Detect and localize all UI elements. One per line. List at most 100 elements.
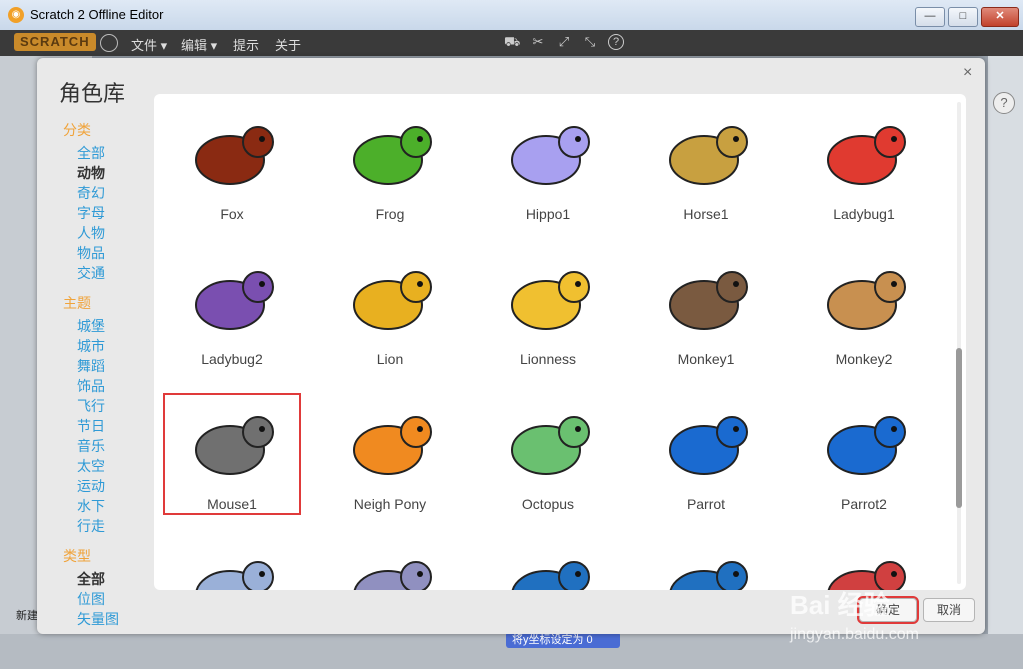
theme-item[interactable]: 城堡 [77,318,143,334]
grow-tool-icon[interactable]: ⤢ [556,34,572,50]
baidu-watermark-url: jingyan.baidu.com [790,626,919,643]
category-item[interactable]: 物品 [77,245,143,261]
sprite-name: Horse1 [683,206,729,222]
category-item[interactable]: 全部 [77,145,143,161]
scratch-cat-icon: ◉ [8,7,24,23]
type-item[interactable]: 全部 [77,571,143,587]
sprite-tile[interactable]: Ladybug2 [164,249,300,371]
sprite-thumbnail-icon [827,271,906,330]
sprite-tile[interactable]: Monkey1 [638,249,774,371]
sprite-tile[interactable]: Monkey2 [796,249,932,371]
sprite-tile[interactable]: Parrot [638,394,774,516]
sprite-tile[interactable]: Lionness [480,249,616,371]
shrink-tool-icon[interactable]: ⤡ [582,34,598,50]
set-y-block: 将y坐标设定为 0 [506,632,620,648]
scripts-area-background [988,56,1023,656]
grid-scrollbar[interactable] [954,102,964,584]
new-sprite-label: 新建 [16,610,38,622]
sprite-name: Ladybug1 [833,206,895,222]
sprite-thumbnail-icon [669,561,748,590]
dialog-title: 角色库 [59,81,126,106]
sprite-thumbnail-icon [511,126,590,185]
cancel-button[interactable]: 取消 [923,598,975,622]
sprite-name: Parrot [686,496,726,512]
theme-item[interactable]: 音乐 [77,438,143,454]
sprite-tile[interactable]: Frog [322,104,458,226]
sprite-tile[interactable]: Ladybug1 [796,104,932,226]
sprite-tile[interactable] [796,539,932,590]
theme-item[interactable]: 城市 [77,338,143,354]
menu-bar: SCRATCH 文件 ▾ 编辑 ▾ 提示 关于 ⛟ ✂ ⤢ ⤡ ? [0,30,1023,56]
sprite-tile[interactable]: Lion [322,249,458,371]
maximize-button[interactable]: □ [948,7,978,27]
category-item[interactable]: 动物 [77,165,143,181]
sprite-name: Lion [376,351,404,367]
sprite-name: Fox [220,206,244,222]
menu-tips[interactable]: 提示 [233,35,259,54]
menu-about[interactable]: 关于 [275,35,301,54]
dialog-close-icon[interactable]: × [963,64,972,82]
sprite-thumbnail-icon [511,561,590,590]
sprite-thumbnail-icon [827,126,906,185]
menu-edit[interactable]: 编辑 ▾ [181,35,217,54]
category-item[interactable]: 字母 [77,205,143,221]
sprite-tile[interactable]: Mouse1 [163,393,301,515]
sprite-name: Neigh Pony [353,496,427,512]
scrollbar-thumb[interactable] [956,348,962,508]
sprite-thumbnail-icon [353,271,432,330]
sprite-thumbnail-icon [669,126,748,185]
sprite-tile[interactable]: Octopus [480,394,616,516]
type-item[interactable]: 矢量图 [77,611,143,627]
sprite-name: Lionness [519,351,577,367]
sprite-tile[interactable]: Fox [164,104,300,226]
sprite-name: Hippo1 [525,206,571,222]
theme-item[interactable]: 节日 [77,418,143,434]
sprite-name: Parrot2 [841,496,887,512]
category-item[interactable]: 奇幻 [77,185,143,201]
help-icon[interactable]: ? [993,92,1015,114]
theme-item[interactable]: 舞蹈 [77,358,143,374]
sprite-thumbnail-icon [195,561,274,590]
theme-item[interactable]: 太空 [77,458,143,474]
category-item[interactable]: 交通 [77,265,143,281]
scrollbar-track [957,102,961,584]
sprite-name: Octopus [521,496,575,512]
category-item[interactable]: 人物 [77,225,143,241]
sprite-tile[interactable] [638,539,774,590]
sprite-tile[interactable]: Parrot2 [796,394,932,516]
cut-tool-icon[interactable]: ✂ [530,34,546,50]
sprite-thumbnail-icon [195,126,274,185]
scratch-logo[interactable]: SCRATCH [14,33,96,51]
language-globe-icon[interactable] [100,34,118,52]
menu-file[interactable]: 文件 ▾ [131,35,167,54]
sprite-thumbnail-icon [511,416,590,475]
sprite-tile[interactable] [322,539,458,590]
sprite-thumbnail-icon [669,416,748,475]
sprite-tile[interactable] [480,539,616,590]
type-heading: 类型 [63,548,91,564]
theme-item[interactable]: 运动 [77,478,143,494]
theme-item[interactable]: 行走 [77,518,143,534]
window-title: Scratch 2 Offline Editor [30,7,164,22]
sprite-tile[interactable]: Horse1 [638,104,774,226]
block-help-icon[interactable]: ? [608,34,624,50]
theme-item[interactable]: 饰品 [77,378,143,394]
sprite-thumbnail-icon [827,561,906,590]
theme-item[interactable]: 水下 [77,498,143,514]
sprite-thumbnail-icon [195,271,274,330]
sprite-name: Mouse1 [207,496,257,512]
type-item[interactable]: 位图 [77,591,143,607]
duplicate-tool-icon[interactable]: ⛟ [504,34,520,50]
sprite-thumbnail-icon [353,416,432,475]
window-close-button[interactable]: ✕ [981,7,1019,27]
baidu-watermark: Bai 经验 [790,590,890,620]
sprite-tile[interactable]: Hippo1 [480,104,616,226]
sprite-tile[interactable] [164,539,300,590]
theme-item[interactable]: 飞行 [77,398,143,414]
sprite-tile[interactable]: Neigh Pony [322,394,458,516]
sprite-thumbnail-icon [195,416,274,475]
minimize-button[interactable]: — [915,7,945,27]
window-titlebar: ◉ Scratch 2 Offline Editor — □ ✕ [0,0,1023,31]
sprite-library-dialog: 角色库 × 分类 全部 动物 奇幻 字母 人物 物品 交通 主题 城堡 城市 舞蹈 饰品 飞行 节日音… [37,58,985,634]
sprite-thumbnail-icon [669,271,748,330]
